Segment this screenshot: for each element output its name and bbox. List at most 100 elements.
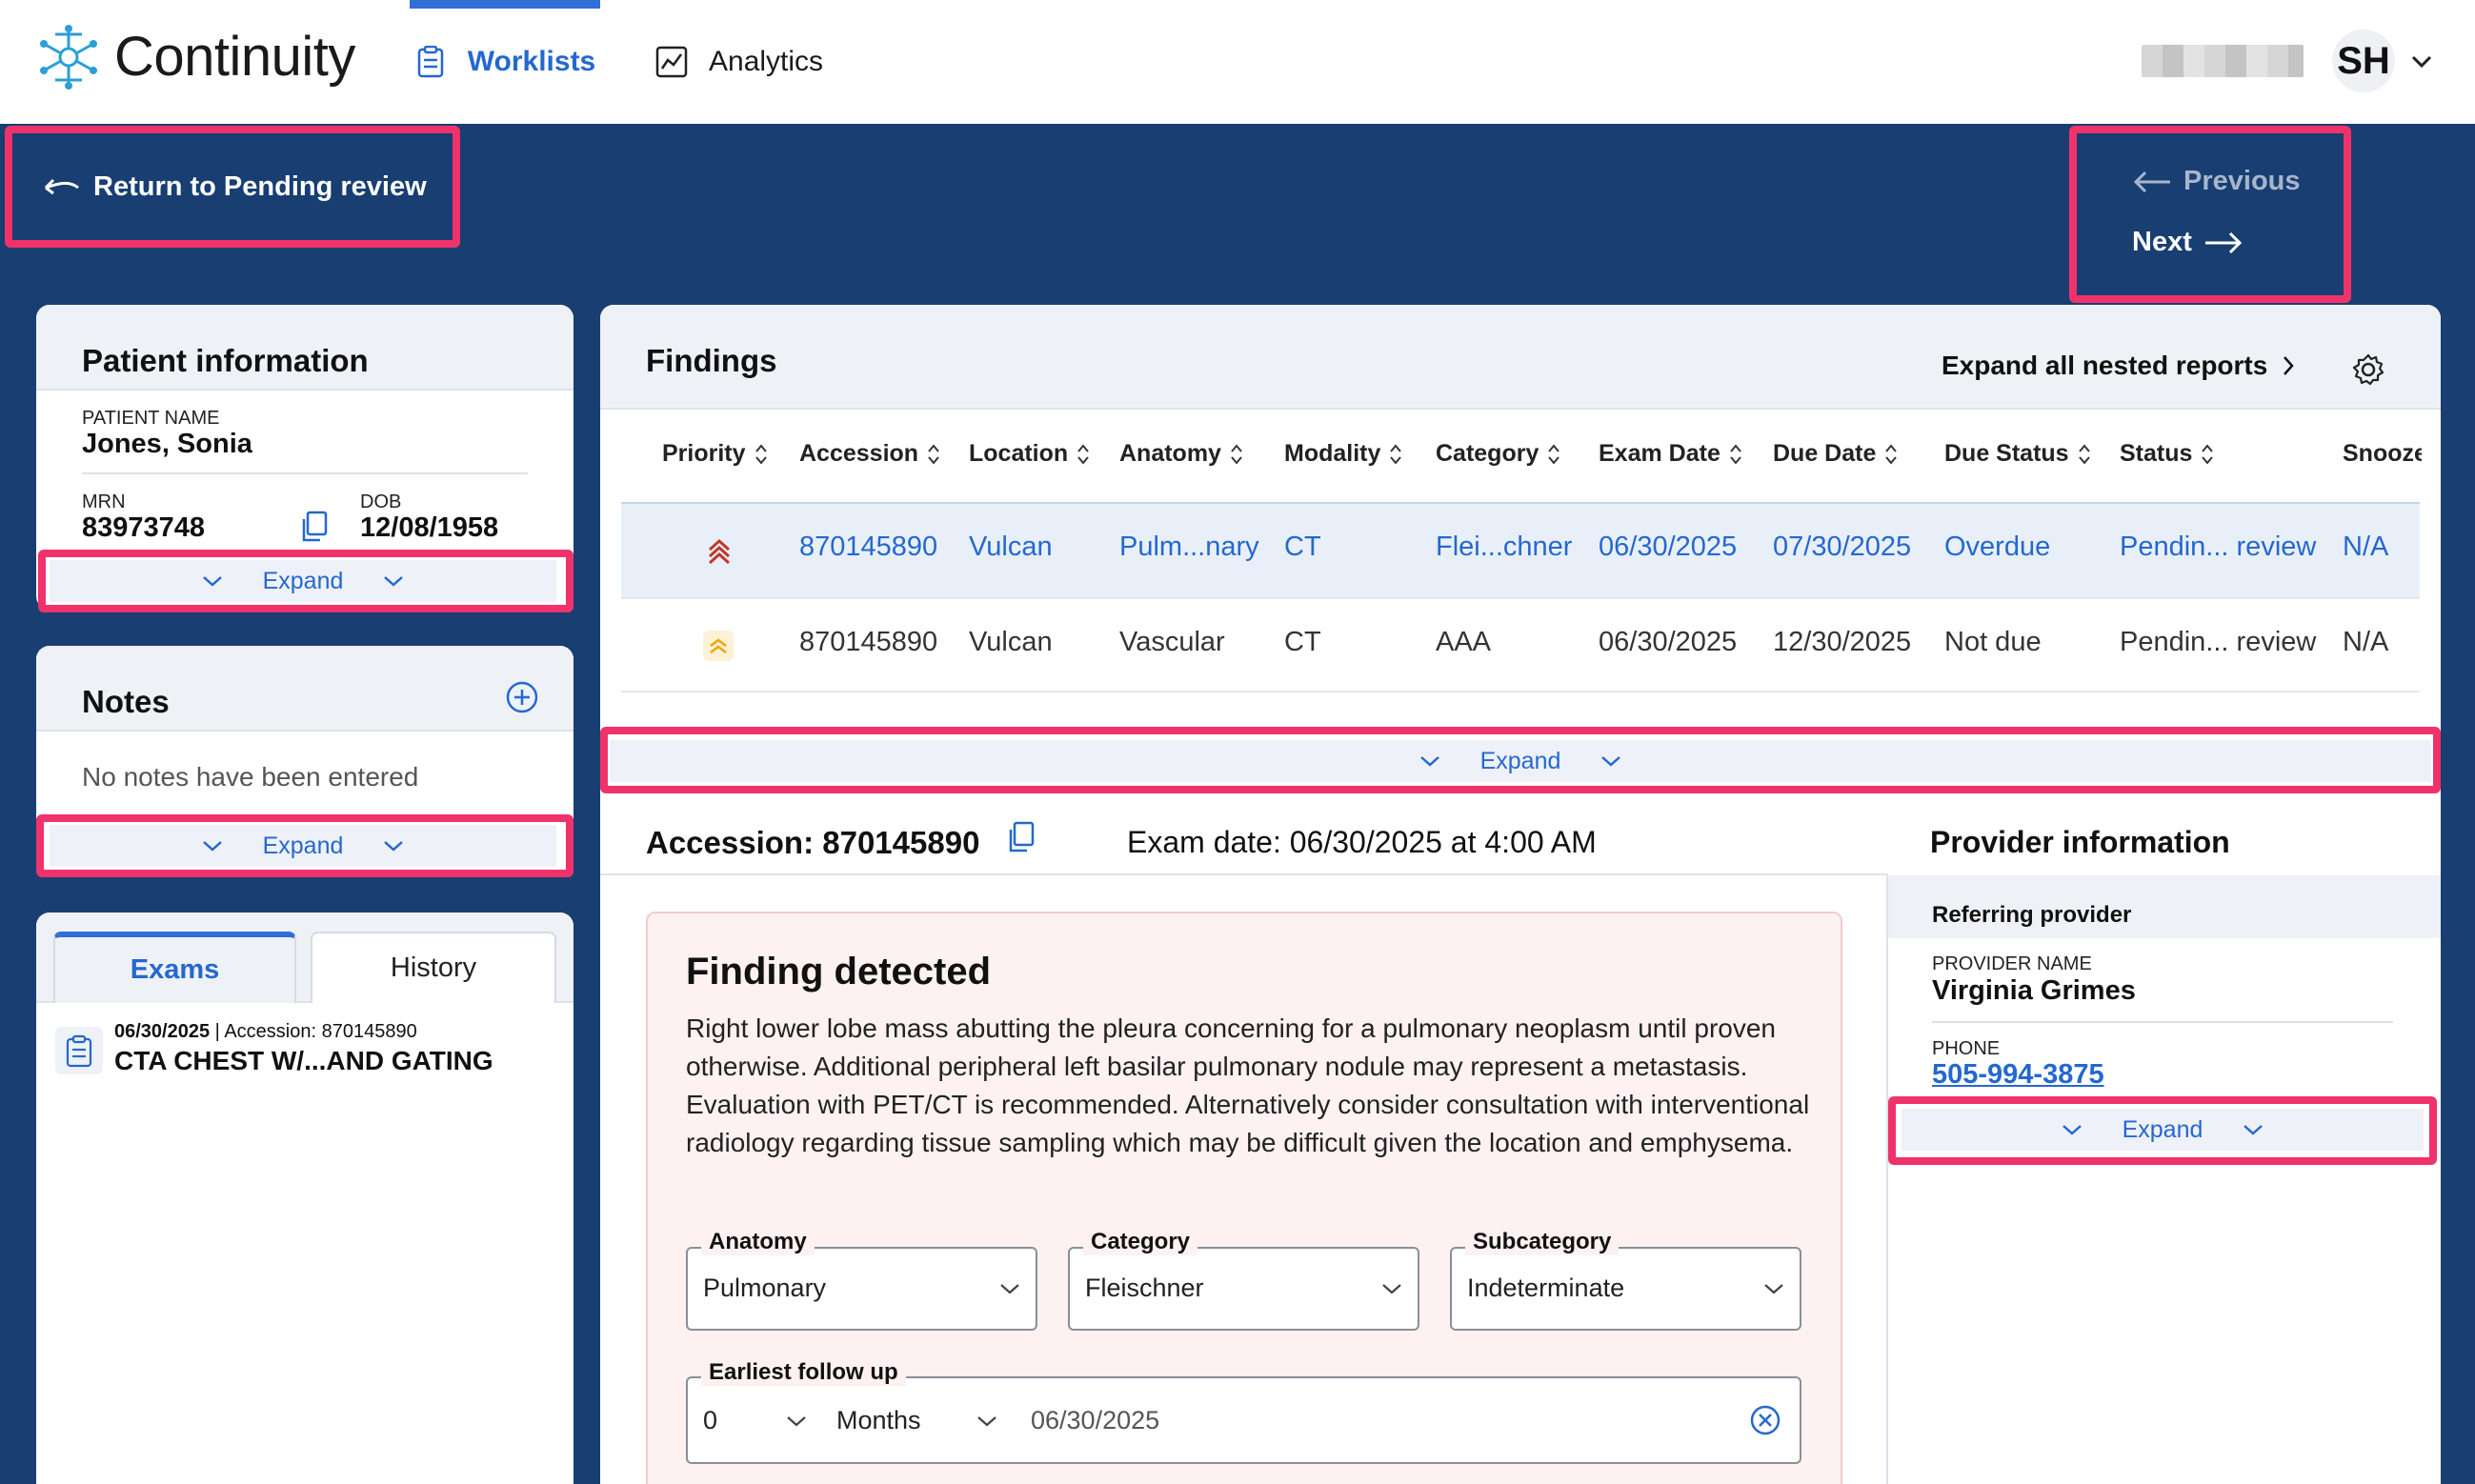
high-priority-icon bbox=[708, 538, 731, 565]
gear-icon[interactable] bbox=[2351, 352, 2385, 387]
clear-icon[interactable] bbox=[1749, 1404, 1781, 1436]
nav-tab-worklists[interactable]: Worklists bbox=[410, 0, 600, 124]
exam-separator: | bbox=[214, 1021, 220, 1042]
referring-provider-label: Referring provider bbox=[1932, 902, 2132, 928]
accession-heading: Accession: 870145890 bbox=[646, 825, 980, 860]
chevron-down-icon bbox=[1764, 1284, 1783, 1294]
cell-snooze: N/A bbox=[2343, 531, 2389, 562]
nav-tab-analytics[interactable]: Analytics bbox=[655, 0, 823, 124]
follow-up-number[interactable]: 0 bbox=[703, 1406, 717, 1435]
cell-due-status: Overdue bbox=[1944, 531, 2051, 562]
column-header-accession[interactable]: Accession bbox=[799, 440, 941, 468]
provider-title: Provider information bbox=[1930, 825, 2230, 859]
category-value: Fleischner bbox=[1085, 1273, 1204, 1302]
cell-snooze: N/A bbox=[2343, 627, 2389, 657]
user-avatar[interactable]: SH bbox=[2332, 30, 2395, 92]
divider bbox=[1886, 873, 1888, 1484]
continuity-logo-icon bbox=[40, 25, 97, 90]
cell-due-status: Not due bbox=[1944, 627, 2042, 657]
patient-name-label: PATIENT NAME bbox=[82, 408, 220, 429]
mrn-label: MRN bbox=[82, 491, 126, 512]
column-header-due-date[interactable]: Due Date bbox=[1773, 440, 1899, 468]
chevron-down-icon[interactable] bbox=[976, 1414, 998, 1429]
card-title: Patient information bbox=[82, 343, 369, 378]
cell-modality: CT bbox=[1284, 627, 1321, 657]
chevron-down-icon bbox=[1000, 1284, 1019, 1294]
column-header-snooze[interactable]: Snooze bbox=[2343, 440, 2422, 468]
highlight-box bbox=[36, 814, 573, 877]
divider bbox=[600, 873, 1886, 875]
anatomy-label: Anatomy bbox=[701, 1229, 815, 1255]
top-navigation-bar: Continuity Worklists Analytics SH bbox=[0, 0, 2475, 124]
exams-history-card: Exams History 06/30/2025 | Accession: 87… bbox=[36, 912, 573, 1484]
cell-category: AAA bbox=[1436, 627, 1492, 657]
divider bbox=[1932, 1021, 2393, 1023]
provider-phone-link[interactable]: 505-994-3875 bbox=[1932, 1059, 2104, 1091]
provider-name: Virginia Grimes bbox=[1932, 975, 2136, 1006]
cell-accession[interactable]: 870145890 bbox=[799, 531, 937, 563]
chevron-down-icon[interactable] bbox=[2408, 50, 2435, 72]
notes-empty-text: No notes have been entered bbox=[82, 762, 419, 792]
sort-icon bbox=[1390, 443, 1402, 465]
sort-icon bbox=[1231, 443, 1242, 465]
copy-icon[interactable] bbox=[299, 511, 328, 543]
exam-accession-label: Accession: bbox=[224, 1021, 317, 1042]
exam-date: 06/30/2025 bbox=[114, 1021, 211, 1042]
finding-text: Right lower lobe mass abutting the pleur… bbox=[686, 1013, 1810, 1157]
follow-up-unit[interactable]: Months bbox=[836, 1406, 921, 1435]
expand-all-nested-reports-button[interactable]: Expand all nested reports bbox=[1942, 351, 2296, 381]
add-note-icon[interactable] bbox=[505, 680, 539, 714]
cell-category: Flei...chner bbox=[1436, 531, 1573, 562]
subcategory-label: Subcategory bbox=[1465, 1229, 1620, 1255]
nav-tab-label: Worklists bbox=[467, 46, 596, 77]
column-header-exam-date[interactable]: Exam Date bbox=[1599, 440, 1743, 468]
cell-due-date: 07/30/2025 bbox=[1773, 531, 1912, 562]
column-header-due-status[interactable]: Due Status bbox=[1944, 440, 2092, 468]
sort-icon bbox=[928, 443, 939, 465]
cell-modality: CT bbox=[1284, 531, 1321, 562]
mrn-value: 83973748 bbox=[82, 512, 206, 543]
exam-list-item[interactable]: 06/30/2025 | Accession: 870145890 CTA CH… bbox=[55, 1021, 551, 1097]
cell-location: Vulcan bbox=[969, 531, 1053, 562]
cell-exam-date: 06/30/2025 bbox=[1599, 531, 1738, 562]
column-header-location[interactable]: Location bbox=[969, 440, 1091, 468]
highlight-box bbox=[2069, 126, 2351, 303]
user-name-redacted bbox=[2142, 45, 2304, 77]
card-title: Notes bbox=[82, 684, 170, 719]
expand-all-label: Expand all nested reports bbox=[1942, 351, 2268, 380]
tab-exams[interactable]: Exams bbox=[53, 932, 296, 1003]
copy-icon[interactable] bbox=[1006, 821, 1035, 853]
phone-label: PHONE bbox=[1932, 1038, 2001, 1059]
medium-priority-icon bbox=[710, 638, 727, 653]
chevron-down-icon[interactable] bbox=[785, 1414, 808, 1429]
sort-icon bbox=[1077, 443, 1089, 465]
sort-icon bbox=[1730, 443, 1741, 465]
column-header-priority[interactable]: Priority bbox=[662, 440, 769, 468]
divider bbox=[82, 472, 528, 474]
cell-anatomy: Vascular bbox=[1119, 627, 1225, 657]
provider-name-label: PROVIDER NAME bbox=[1932, 953, 2092, 974]
highlight-box bbox=[600, 727, 2441, 793]
column-header-status[interactable]: Status bbox=[2120, 440, 2215, 468]
sort-icon bbox=[1548, 443, 1560, 465]
cell-location: Vulcan bbox=[969, 627, 1053, 657]
exam-title: CTA CHEST W/...AND GATING bbox=[114, 1046, 493, 1075]
chevron-down-icon bbox=[1382, 1284, 1401, 1294]
cell-anatomy: Pulm...nary bbox=[1119, 531, 1259, 562]
exam-accession: 870145890 bbox=[321, 1021, 417, 1042]
dob-value: 12/08/1958 bbox=[360, 512, 499, 543]
cell-accession[interactable]: 870145890 bbox=[799, 627, 937, 658]
category-label: Category bbox=[1083, 1229, 1198, 1255]
follow-up-date[interactable]: 06/30/2025 bbox=[1031, 1406, 1159, 1435]
sort-icon bbox=[755, 443, 767, 465]
column-header-anatomy[interactable]: Anatomy bbox=[1119, 440, 1244, 468]
dob-label: DOB bbox=[360, 491, 402, 512]
chevron-right-icon bbox=[2284, 356, 2295, 375]
tab-history[interactable]: History bbox=[311, 932, 556, 1003]
cell-status: Pendin... review bbox=[2120, 627, 2317, 657]
column-header-modality[interactable]: Modality bbox=[1284, 440, 1403, 468]
app-name: Continuity bbox=[114, 26, 355, 88]
column-header-category[interactable]: Category bbox=[1436, 440, 1561, 468]
sort-icon bbox=[2078, 443, 2090, 465]
sort-icon bbox=[1885, 443, 1898, 465]
